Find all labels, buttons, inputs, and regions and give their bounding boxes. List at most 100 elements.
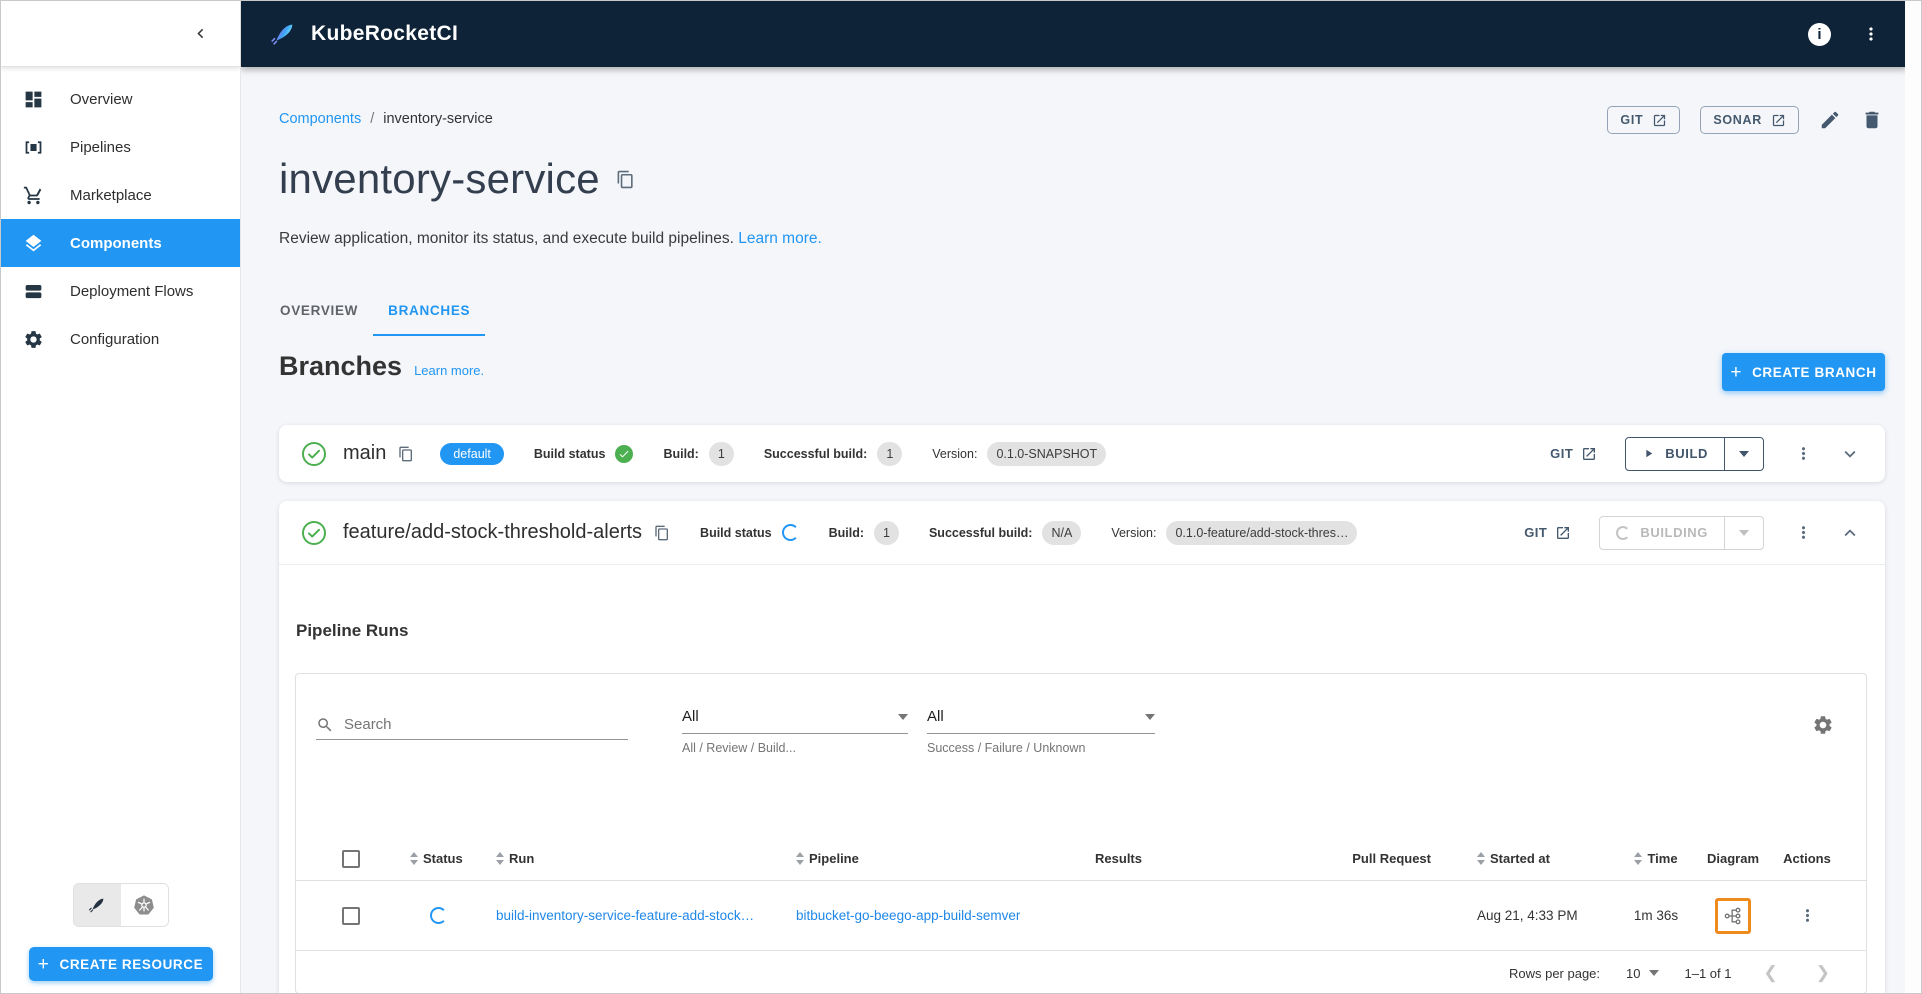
sonar-button[interactable]: SONAR [1700,106,1799,134]
main-content: Components / inventory-service GIT SONAR… [241,67,1907,993]
build-status-success-icon [615,444,634,463]
kubernetes-view-toggle-button[interactable] [120,884,168,926]
copy-icon[interactable] [616,170,635,189]
copy-icon[interactable] [398,446,414,462]
row-checkbox[interactable] [342,906,360,925]
branches-heading-row: Branches Learn more. [279,351,484,382]
previous-page-chevron-icon[interactable]: ❮ [1758,963,1784,983]
building-spinner-icon [1616,525,1631,540]
result-filter-helper: Success / Failure / Unknown [927,741,1086,755]
branch-status-check-icon [302,441,326,466]
sort-pipeline-icon[interactable] [796,852,804,865]
pipeline-type-filter[interactable]: All All / Review / Build... [682,702,908,755]
breadcrumb-components-link[interactable]: Components [279,111,361,127]
breadcrumb-separator: / [370,111,375,127]
diagram-button-highlighted[interactable] [1715,897,1751,934]
header-kebab-menu-icon[interactable] [1861,24,1881,44]
dropdown-caret-icon [898,713,908,720]
sidebar-item-marketplace[interactable]: Marketplace [1,171,240,219]
branch-git-link[interactable]: GIT [1524,525,1571,541]
create-resource-button[interactable]: + CREATE RESOURCE [28,947,213,981]
column-header-actions: Actions [1783,851,1831,866]
branch-card-feature: feature/add-stock-threshold-alerts Build… [279,501,1885,993]
external-link-icon [1654,114,1666,126]
info-icon[interactable]: i [1808,22,1831,46]
column-header-pull-request: Pull Request [1352,851,1431,866]
building-button-label: BUILDING [1640,525,1708,540]
chevron-down-icon[interactable] [1839,443,1861,465]
play-icon [1646,449,1653,458]
sort-run-icon[interactable] [496,852,504,865]
plus-icon: + [37,953,50,975]
sort-status-icon[interactable] [410,852,418,865]
tab-branches[interactable]: BRANCHES [373,287,486,336]
successful-build-label: Successful build: [763,446,868,461]
app-title: KubeRocketCI [311,22,459,45]
sidebar-item-components[interactable]: Components [1,219,240,267]
collapse-sidebar-icon[interactable] [191,24,210,43]
building-split-button: BUILDING [1599,515,1764,550]
copy-icon[interactable] [654,525,670,541]
sidebar-header [1,1,240,67]
column-header-run[interactable]: Run [509,851,534,866]
run-link[interactable]: build-inventory-service-feature-add-stoc… [496,908,754,923]
building-button: BUILDING [1600,516,1725,549]
sidebar-item-deployment-flows[interactable]: Deployment Flows [1,267,240,315]
search-input[interactable] [344,716,628,733]
sidebar-item-configuration[interactable]: Configuration [1,315,240,363]
krci-view-toggle-button[interactable] [73,884,121,926]
rows-per-page-value: 10 [1626,965,1641,981]
sidebar-item-label: Overview [70,90,133,108]
column-header-status[interactable]: Status [423,851,463,866]
gear-icon [25,330,42,348]
page-description: Review application, monitor its status, … [279,230,822,248]
pagination-range: 1–1 of 1 [1684,965,1732,981]
branch-row-feature[interactable]: feature/add-stock-threshold-alerts Build… [279,501,1885,565]
version-value: 0.1.0-feature/add-stock-thres… [1166,520,1358,545]
column-header-started-at[interactable]: Started at [1490,851,1550,866]
table-settings-gear-icon[interactable] [1812,714,1834,736]
sort-time-icon[interactable] [1634,852,1643,865]
create-branch-button[interactable]: + CREATE BRANCH [1722,353,1885,391]
sidebar-item-pipelines[interactable]: Pipelines [1,123,240,171]
chevron-up-icon[interactable] [1839,522,1861,544]
branch-git-link[interactable]: GIT [1550,446,1597,462]
build-status-label: Build status [700,525,772,540]
column-header-time[interactable]: Time [1647,851,1677,866]
delete-icon[interactable] [1861,109,1883,131]
pipeline-link[interactable]: bitbucket-go-beego-app-build-semver [796,908,1020,923]
branches-learn-more-link[interactable]: Learn more. [414,363,484,378]
build-split-button: BUILD [1625,436,1764,471]
edit-icon[interactable] [1819,109,1841,131]
select-all-checkbox[interactable] [342,849,360,868]
result-filter-value: All [927,708,944,725]
branch-kebab-menu-icon[interactable] [1794,523,1813,542]
column-header-pipeline[interactable]: Pipeline [809,851,859,866]
build-options-button[interactable] [1725,438,1763,470]
build-button-label: BUILD [1665,446,1708,461]
git-button[interactable]: GIT [1607,106,1681,134]
next-page-chevron-icon[interactable]: ❯ [1810,963,1836,983]
branch-name: feature/add-stock-threshold-alerts [343,521,643,543]
result-filter[interactable]: All Success / Failure / Unknown [927,702,1155,755]
branch-row-main[interactable]: main default Build status Build: 1 Succe… [279,425,1885,482]
run-status-spinner-icon [430,907,447,924]
sidebar-item-overview[interactable]: Overview [1,75,240,123]
row-kebab-menu-icon[interactable] [1798,906,1817,925]
column-header-results: Results [1095,851,1142,866]
page-title: inventory-service [279,155,600,202]
build-button[interactable]: BUILD [1626,437,1725,470]
rows-per-page-select[interactable]: 10 [1626,965,1659,981]
pipeline-type-filter-helper: All / Review / Build... [682,741,796,755]
sort-started-at-icon[interactable] [1477,852,1485,865]
table-pagination: Rows per page: 10 1–1 of 1 ❮ ❯ [296,951,1866,993]
dropdown-caret-icon [1739,450,1749,457]
diagram-tree-icon [1724,907,1741,924]
build-options-button[interactable] [1725,517,1763,549]
page-scrollbar[interactable] [1905,1,1921,993]
tab-overview[interactable]: OVERVIEW [265,287,373,336]
branch-kebab-menu-icon[interactable] [1794,444,1813,463]
learn-more-link[interactable]: Learn more. [738,230,822,247]
external-link-icon [1557,526,1570,539]
default-badge: default [440,442,504,465]
